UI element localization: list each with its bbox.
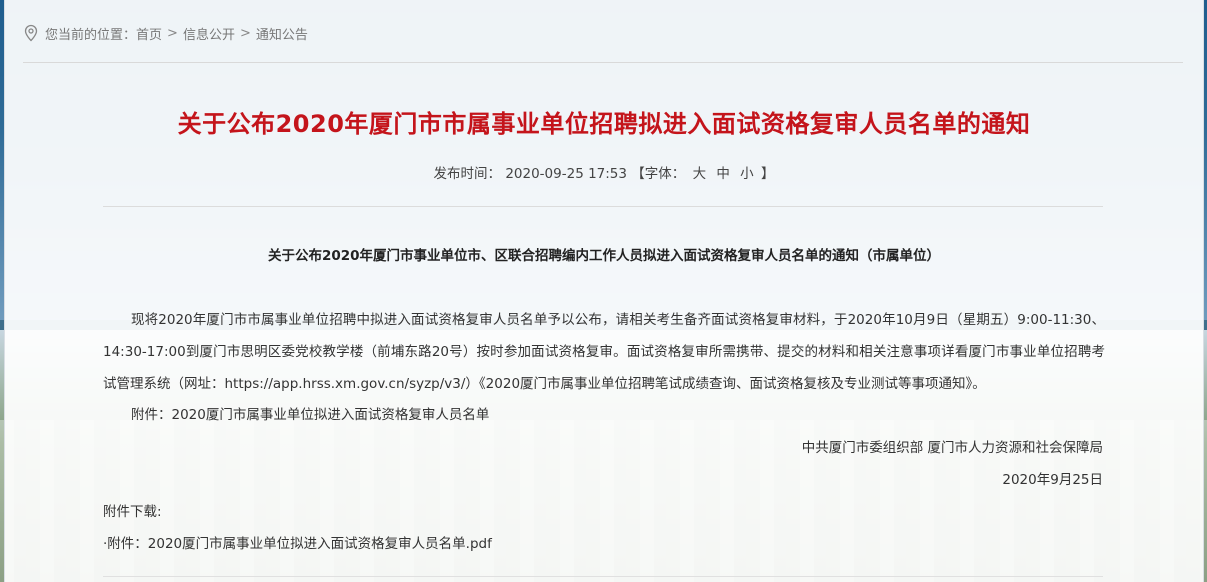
breadcrumb: 您当前的位置： 首页 > 信息公开 > 通知公告: [23, 24, 308, 43]
published-label: 发布时间：: [433, 166, 502, 182]
published-date: 2020-09-25 17:53: [505, 166, 627, 182]
breadcrumb-separator: >: [167, 25, 178, 41]
font-size-large-button[interactable]: 大: [693, 166, 707, 182]
article-title: 关于公布2020年厦门市市属事业单位招聘拟进入面试资格复审人员名单的通知: [177, 110, 1031, 138]
font-size-small-button[interactable]: 小: [740, 166, 754, 182]
font-size-close: 】: [760, 166, 775, 182]
breadcrumb-separator: >: [239, 25, 251, 41]
font-size-medium-button[interactable]: 中: [716, 166, 730, 182]
article-meta: 发布时间： 2020-09-25 17:53 【字体： 大 中 小 】: [5, 162, 1203, 182]
divider: [103, 576, 1103, 577]
download-pdf-link[interactable]: ·附件：2020厦门市属事业单位拟进入面试资格复审人员名单.pdf: [103, 536, 492, 552]
download-item: ·附件：2020厦门市属事业单位拟进入面试资格复审人员名单.pdf: [103, 532, 492, 552]
font-size-open: 【字体：: [631, 166, 686, 182]
downloads-label: 附件下载:: [103, 504, 162, 520]
divider: [23, 62, 1183, 63]
article-subtitle: 关于公布2020年厦门市事业单位市、区联合招聘编内工作人员拟进入面试资格复审人员…: [267, 248, 941, 264]
content-panel: 您当前的位置： 首页 > 信息公开 > 通知公告 关于公布2020年厦门市市属事…: [4, 0, 1204, 582]
signature: 中共厦门市委组织部 厦门市人力资源和社会保障局: [801, 440, 1103, 456]
breadcrumb-prefix: 您当前的位置：: [45, 27, 137, 43]
divider: [103, 206, 1103, 207]
breadcrumb-notice-link[interactable]: 通知公告: [256, 24, 308, 43]
location-pin-icon: [24, 24, 38, 42]
breadcrumb-info-public-link[interactable]: 信息公开: [183, 24, 235, 43]
breadcrumb-home-link[interactable]: 首页: [136, 24, 162, 43]
signature-date: 2020年9月25日: [1002, 472, 1103, 488]
article-paragraph: 现将2020年厦门市市属事业单位招聘中拟进入面试资格复审人员名单予以公布，请相关…: [103, 312, 1105, 392]
attachment-note: 附件：2020厦门市属事业单位拟进入面试资格复审人员名单: [131, 407, 490, 423]
